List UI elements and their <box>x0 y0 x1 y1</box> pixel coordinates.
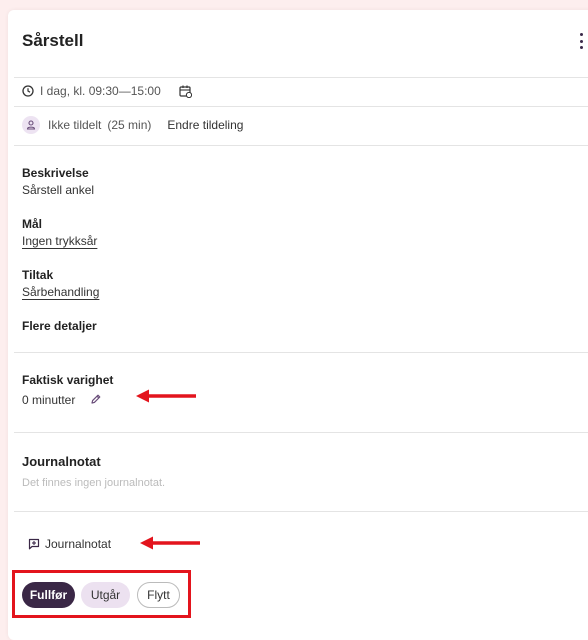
clock-icon <box>22 85 34 97</box>
description-label: Beskrivelse <box>22 166 89 180</box>
kebab-menu-icon[interactable] <box>578 33 584 49</box>
change-assignment-link[interactable]: Endre tildeling <box>167 118 243 132</box>
journal-empty-text: Det finnes ingen journalnotat. <box>22 477 166 489</box>
arrow-left-icon <box>136 389 196 403</box>
more-details-toggle[interactable]: Flere detaljer <box>22 319 97 333</box>
calendar-icon[interactable] <box>179 85 192 98</box>
duration-value: 0 minutter <box>22 393 76 407</box>
duration-estimate: (25 min) <box>107 118 152 132</box>
move-button[interactable]: Flytt <box>137 582 180 608</box>
add-journal-button[interactable]: Journalnotat <box>28 537 111 551</box>
action-label: Tiltak <box>22 268 54 282</box>
time-text: I dag, kl. 09:30—15:00 <box>40 84 161 98</box>
time-row: I dag, kl. 09:30—15:00 <box>22 84 161 98</box>
add-journal-label: Journalnotat <box>45 537 112 551</box>
page-title: Sårstell <box>22 31 84 50</box>
goal-link[interactable]: Ingen trykksår <box>22 234 97 248</box>
divider <box>14 77 588 78</box>
divider <box>14 352 588 353</box>
note-plus-icon <box>28 538 40 550</box>
cancel-button[interactable]: Utgår <box>81 582 130 608</box>
pencil-icon[interactable] <box>90 393 102 405</box>
divider <box>14 432 588 433</box>
user-icon <box>22 116 40 134</box>
action-link[interactable]: Sårbehandling <box>22 285 99 299</box>
divider <box>14 145 588 146</box>
duration-label: Faktisk varighet <box>22 373 114 387</box>
goal-label: Mål <box>22 217 43 231</box>
complete-button[interactable]: Fullfør <box>22 582 75 608</box>
assignee-row: Ikke tildelt (25 min) Endre tildeling <box>22 116 243 134</box>
description-value: Sårstell ankel <box>22 183 95 197</box>
divider <box>14 511 588 512</box>
arrow-left-icon <box>140 536 200 550</box>
assignee-text: Ikke tildelt <box>48 118 102 132</box>
journal-title: Journalnotat <box>22 454 101 469</box>
divider <box>14 106 588 107</box>
